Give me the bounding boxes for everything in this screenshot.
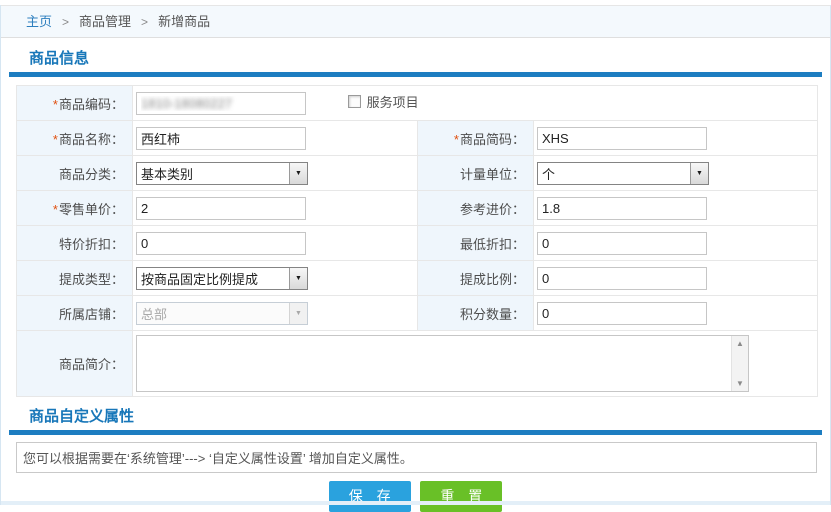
- reset-button[interactable]: 重 置: [420, 481, 502, 512]
- table-row: 所属店铺： 总部 ▼ 积分数量：: [17, 296, 818, 331]
- table-row: *商品名称： *商品简码：: [17, 121, 818, 156]
- table-row: 商品简介： ▲ ▼: [17, 331, 818, 397]
- scroll-down-icon[interactable]: ▼: [732, 376, 748, 391]
- breadcrumb-separator: >: [141, 15, 148, 29]
- special-discount-input[interactable]: [136, 232, 306, 255]
- purchase-price-input[interactable]: [537, 197, 707, 220]
- intro-label: 商品简介：: [59, 357, 124, 372]
- textarea-scrollbar[interactable]: ▲ ▼: [731, 336, 748, 391]
- product-form-table: *商品编码： 服务项目 *商品名称： *商品简码： 商品分类： 基本类别 ▼: [16, 85, 818, 397]
- chevron-down-icon: ▼: [690, 163, 708, 184]
- points-label: 积分数量：: [460, 307, 525, 322]
- table-row: 商品分类： 基本类别 ▼ 计量单位： 个 ▼: [17, 156, 818, 191]
- category-selected-value: 基本类别: [137, 164, 289, 183]
- table-row: *零售单价： 参考进价：: [17, 191, 818, 226]
- commission-ratio-label: 提成比例：: [460, 272, 525, 287]
- unit-selected-value: 个: [538, 164, 690, 183]
- short-code-input[interactable]: [537, 127, 707, 150]
- category-select[interactable]: 基本类别 ▼: [136, 162, 308, 185]
- product-name-input[interactable]: [136, 127, 306, 150]
- chevron-down-icon: ▼: [289, 163, 307, 184]
- required-mark: *: [53, 132, 58, 147]
- special-discount-label: 特价折扣：: [59, 237, 124, 252]
- section-title-custom-attributes: 商品自定义属性: [29, 405, 822, 426]
- store-label: 所属店铺：: [59, 307, 124, 322]
- category-label: 商品分类：: [59, 167, 124, 182]
- required-mark: *: [454, 132, 459, 147]
- store-selected-value: 总部: [137, 304, 289, 323]
- commission-ratio-input[interactable]: [537, 267, 707, 290]
- table-row: *商品编码： 服务项目: [17, 86, 818, 121]
- min-discount-input[interactable]: [537, 232, 707, 255]
- product-code-label: 商品编码：: [59, 97, 124, 112]
- product-name-label: 商品名称：: [59, 132, 124, 147]
- unit-select[interactable]: 个 ▼: [537, 162, 709, 185]
- save-button[interactable]: 保 存: [329, 481, 411, 512]
- purchase-price-label: 参考进价：: [460, 202, 525, 217]
- store-select: 总部 ▼: [136, 302, 308, 325]
- page-bottom-strip: [1, 501, 830, 505]
- chevron-down-icon: ▼: [289, 268, 307, 289]
- form-actions: 保 存 重 置: [9, 481, 822, 512]
- product-code-input[interactable]: [136, 92, 306, 115]
- chevron-down-icon: ▼: [289, 303, 307, 324]
- section-divider-bar: [9, 430, 822, 435]
- commission-type-select[interactable]: 按商品固定比例提成 ▼: [136, 267, 308, 290]
- breadcrumb-separator: >: [62, 15, 69, 29]
- intro-textarea[interactable]: ▲ ▼: [136, 335, 749, 392]
- breadcrumb-home[interactable]: 主页: [26, 14, 52, 29]
- points-input[interactable]: [537, 302, 707, 325]
- breadcrumb: 主页 > 商品管理 > 新增商品: [1, 5, 830, 38]
- table-row: 特价折扣： 最低折扣：: [17, 226, 818, 261]
- service-item-checkbox[interactable]: [348, 95, 361, 108]
- min-discount-label: 最低折扣：: [460, 237, 525, 252]
- scroll-up-icon[interactable]: ▲: [732, 336, 748, 351]
- required-mark: *: [53, 202, 58, 217]
- commission-type-label: 提成类型：: [59, 272, 124, 287]
- table-row: 提成类型： 按商品固定比例提成 ▼ 提成比例：: [17, 261, 818, 296]
- required-mark: *: [53, 97, 58, 112]
- commission-type-selected-value: 按商品固定比例提成: [137, 269, 289, 288]
- short-code-label: 商品简码：: [460, 132, 525, 147]
- section-divider-bar: [9, 72, 822, 77]
- section-title-product-info: 商品信息: [29, 47, 822, 68]
- service-item-label: 服务项目: [367, 92, 419, 111]
- custom-attributes-note: 您可以根据需要在‘系统管理’---> ‘自定义属性设置’ 增加自定义属性。: [16, 442, 817, 473]
- breadcrumb-product-management[interactable]: 商品管理: [79, 14, 131, 29]
- unit-label: 计量单位：: [460, 167, 525, 182]
- retail-price-input[interactable]: [136, 197, 306, 220]
- breadcrumb-current-page: 新增商品: [158, 14, 210, 29]
- retail-price-label: 零售单价：: [59, 202, 124, 217]
